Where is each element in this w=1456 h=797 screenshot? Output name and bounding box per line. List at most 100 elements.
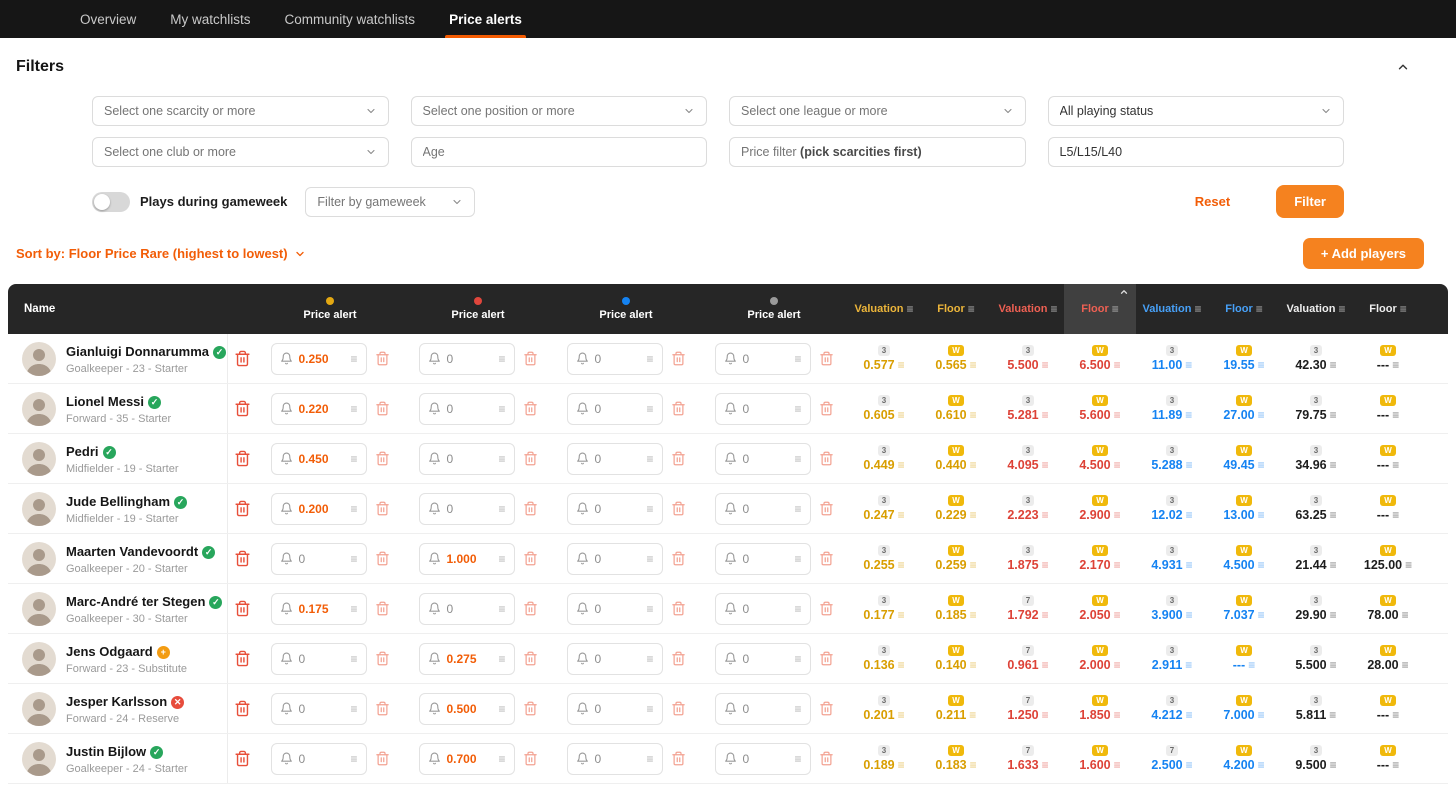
alert-menu-icon[interactable]: ≡ bbox=[646, 503, 653, 515]
alert-menu-icon[interactable]: ≡ bbox=[794, 553, 801, 565]
value-menu-icon[interactable]: ≡ bbox=[898, 609, 905, 621]
levels-input[interactable]: L5/L15/L40 bbox=[1047, 137, 1344, 167]
value-menu-icon[interactable]: ≡ bbox=[898, 759, 905, 771]
alert-menu-icon[interactable]: ≡ bbox=[794, 653, 801, 665]
alert-menu-icon[interactable]: ≡ bbox=[350, 503, 357, 515]
clear-alert-trash-icon[interactable] bbox=[375, 751, 390, 766]
alert-menu-icon[interactable]: ≡ bbox=[498, 453, 505, 465]
clear-alert-trash-icon[interactable] bbox=[671, 401, 686, 416]
player-cell[interactable]: Pedri ✓ Midfielder - 19 - Starter bbox=[8, 434, 228, 483]
value-menu-icon[interactable]: ≡ bbox=[898, 409, 905, 421]
alert-menu-icon[interactable]: ≡ bbox=[498, 753, 505, 765]
floor-super-rare-header[interactable]: Floor ≡ bbox=[1208, 284, 1280, 334]
alert-menu-icon[interactable]: ≡ bbox=[794, 603, 801, 615]
clear-alert-trash-icon[interactable] bbox=[671, 351, 686, 366]
price-alert-input[interactable]: 0 ≡ bbox=[714, 342, 811, 375]
clear-alert-trash-icon[interactable] bbox=[671, 751, 686, 766]
alert-menu-icon[interactable]: ≡ bbox=[498, 603, 505, 615]
value-menu-icon[interactable]: ≡ bbox=[1329, 709, 1336, 721]
price-alert-input[interactable]: 0 ≡ bbox=[714, 542, 811, 575]
alert-menu-icon[interactable]: ≡ bbox=[794, 503, 801, 515]
value-menu-icon[interactable]: ≡ bbox=[1402, 609, 1409, 621]
value-menu-icon[interactable]: ≡ bbox=[1042, 759, 1049, 771]
clear-alert-trash-icon[interactable] bbox=[671, 551, 686, 566]
value-menu-icon[interactable]: ≡ bbox=[1114, 359, 1121, 371]
price-alert-input[interactable]: 0 ≡ bbox=[270, 692, 367, 725]
delete-row-trash-icon[interactable] bbox=[234, 500, 251, 517]
clear-alert-trash-icon[interactable] bbox=[671, 451, 686, 466]
price-alert-input[interactable]: 0 ≡ bbox=[714, 492, 811, 525]
value-menu-icon[interactable]: ≡ bbox=[1186, 709, 1193, 721]
clear-alert-trash-icon[interactable] bbox=[523, 551, 538, 566]
value-menu-icon[interactable]: ≡ bbox=[1330, 359, 1337, 371]
player-cell[interactable]: Lionel Messi ✓ Forward - 35 - Starter bbox=[8, 384, 228, 433]
delete-row-trash-icon[interactable] bbox=[234, 450, 251, 467]
price-alert-input[interactable]: 0.450 ≡ bbox=[270, 442, 367, 475]
price-alert-input[interactable]: 0 ≡ bbox=[566, 342, 663, 375]
value-menu-icon[interactable]: ≡ bbox=[1258, 559, 1265, 571]
price-alert-input[interactable]: 0 ≡ bbox=[418, 392, 515, 425]
delete-row-trash-icon[interactable] bbox=[234, 350, 251, 367]
clear-alert-trash-icon[interactable] bbox=[671, 501, 686, 516]
floor-limited-header[interactable]: Floor ≡ bbox=[920, 284, 992, 334]
value-menu-icon[interactable]: ≡ bbox=[970, 509, 977, 521]
clear-alert-trash-icon[interactable] bbox=[375, 351, 390, 366]
price-alert-rare-header[interactable]: Price alert bbox=[404, 297, 552, 321]
valuation-unique-header[interactable]: Valuation ≡ bbox=[1280, 284, 1352, 334]
value-menu-icon[interactable]: ≡ bbox=[970, 609, 977, 621]
clear-alert-trash-icon[interactable] bbox=[375, 701, 390, 716]
value-menu-icon[interactable]: ≡ bbox=[1392, 359, 1399, 371]
alert-menu-icon[interactable]: ≡ bbox=[794, 453, 801, 465]
price-alert-input[interactable]: 0.700 ≡ bbox=[418, 742, 515, 775]
price-alert-input[interactable]: 0 ≡ bbox=[418, 342, 515, 375]
value-menu-icon[interactable]: ≡ bbox=[1042, 709, 1049, 721]
value-menu-icon[interactable]: ≡ bbox=[1114, 559, 1121, 571]
value-menu-icon[interactable]: ≡ bbox=[1114, 659, 1121, 671]
value-menu-icon[interactable]: ≡ bbox=[1042, 459, 1049, 471]
alert-menu-icon[interactable]: ≡ bbox=[498, 553, 505, 565]
value-menu-icon[interactable]: ≡ bbox=[898, 559, 905, 571]
alert-menu-icon[interactable]: ≡ bbox=[498, 703, 505, 715]
clear-alert-trash-icon[interactable] bbox=[819, 701, 834, 716]
price-alert-input[interactable]: 0.275 ≡ bbox=[418, 642, 515, 675]
collapse-chevron-up-icon[interactable] bbox=[1396, 60, 1410, 74]
value-menu-icon[interactable]: ≡ bbox=[1392, 709, 1399, 721]
price-alert-input[interactable]: 0 ≡ bbox=[714, 642, 811, 675]
delete-row-trash-icon[interactable] bbox=[234, 750, 251, 767]
price-alert-input[interactable]: 0.500 ≡ bbox=[418, 692, 515, 725]
gameweek-select[interactable]: Filter by gameweek bbox=[305, 186, 476, 217]
value-menu-icon[interactable]: ≡ bbox=[1405, 559, 1412, 571]
player-cell[interactable]: Jesper Karlsson ✕ Forward - 24 - Reserve bbox=[8, 684, 228, 733]
sort-by-dropdown[interactable]: Sort by: Floor Price Rare (highest to lo… bbox=[16, 246, 306, 261]
value-menu-icon[interactable]: ≡ bbox=[1042, 359, 1049, 371]
clear-alert-trash-icon[interactable] bbox=[819, 451, 834, 466]
clear-alert-trash-icon[interactable] bbox=[523, 451, 538, 466]
alert-menu-icon[interactable]: ≡ bbox=[646, 403, 653, 415]
alert-menu-icon[interactable]: ≡ bbox=[350, 703, 357, 715]
price-alert-input[interactable]: 0.250 ≡ bbox=[270, 342, 367, 375]
alert-menu-icon[interactable]: ≡ bbox=[498, 503, 505, 515]
value-menu-icon[interactable]: ≡ bbox=[1114, 709, 1121, 721]
value-menu-icon[interactable]: ≡ bbox=[1330, 409, 1337, 421]
clear-alert-trash-icon[interactable] bbox=[671, 701, 686, 716]
player-cell[interactable]: Jude Bellingham ✓ Midfielder - 19 - Start… bbox=[8, 484, 228, 533]
alert-menu-icon[interactable]: ≡ bbox=[498, 653, 505, 665]
value-menu-icon[interactable]: ≡ bbox=[1185, 409, 1192, 421]
price-alert-input[interactable]: 0 ≡ bbox=[566, 492, 663, 525]
value-menu-icon[interactable]: ≡ bbox=[1392, 509, 1399, 521]
value-menu-icon[interactable]: ≡ bbox=[898, 709, 905, 721]
alert-menu-icon[interactable]: ≡ bbox=[498, 353, 505, 365]
price-alert-input[interactable]: 0 ≡ bbox=[566, 642, 663, 675]
clear-alert-trash-icon[interactable] bbox=[671, 651, 686, 666]
price-alert-input[interactable]: 0 ≡ bbox=[418, 442, 515, 475]
league-select[interactable]: Select one league or more bbox=[729, 96, 1026, 126]
value-menu-icon[interactable]: ≡ bbox=[970, 359, 977, 371]
club-select[interactable]: Select one club or more bbox=[92, 137, 389, 167]
clear-alert-trash-icon[interactable] bbox=[375, 651, 390, 666]
value-menu-icon[interactable]: ≡ bbox=[969, 709, 976, 721]
value-menu-icon[interactable]: ≡ bbox=[1248, 659, 1255, 671]
value-menu-icon[interactable]: ≡ bbox=[970, 559, 977, 571]
delete-row-trash-icon[interactable] bbox=[234, 600, 251, 617]
alert-menu-icon[interactable]: ≡ bbox=[350, 653, 357, 665]
value-menu-icon[interactable]: ≡ bbox=[1042, 609, 1049, 621]
